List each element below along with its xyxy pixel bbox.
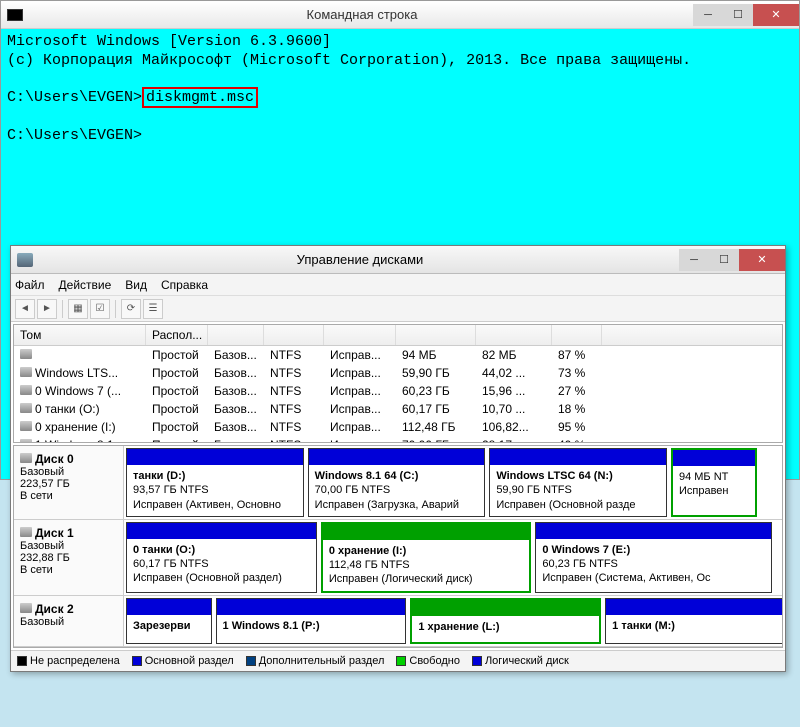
- cmd-titlebar[interactable]: Командная строка ─ ☐ ✕: [1, 1, 799, 29]
- volume-row[interactable]: 1 Windows 8.1...ПростойБазов...NTFSИспра…: [14, 436, 782, 442]
- toolbar-button[interactable]: ☑: [90, 299, 110, 319]
- menu-view[interactable]: Вид: [125, 278, 147, 292]
- disk-partitions: Зарезерви1 Windows 8.1 (P:)1 хранение (L…: [124, 596, 782, 646]
- legend-label: Логический диск: [485, 655, 569, 667]
- partition[interactable]: 1 Windows 8.1 (P:): [216, 598, 407, 644]
- partition[interactable]: 1 танки (M:): [605, 598, 783, 644]
- col-header-tom[interactable]: Том: [14, 325, 146, 345]
- disk-partitions: танки (D:)93,57 ГБ NTFSИсправен (Активен…: [124, 446, 782, 519]
- partition[interactable]: 0 Windows 7 (E:)60,23 ГБ NTFSИсправен (С…: [535, 522, 772, 593]
- volume-row[interactable]: 0 хранение (I:)ПростойБазов...NTFSИсправ…: [14, 418, 782, 436]
- disk-partitions: 0 танки (O:)60,17 ГБ NTFSИсправен (Основ…: [124, 520, 782, 595]
- disk-management-window: Управление дисками ─ ☐ ✕ Файл Действие В…: [10, 245, 786, 672]
- legend-label: Дополнительный раздел: [259, 655, 385, 667]
- disk-label[interactable]: Диск 2Базовый: [14, 596, 124, 646]
- legend-swatch-unallocated: [17, 656, 27, 666]
- partition[interactable]: 1 хранение (L:): [410, 598, 601, 644]
- legend-label: Основной раздел: [145, 655, 234, 667]
- menu-help[interactable]: Справка: [161, 278, 208, 292]
- dm-menubar: Файл Действие Вид Справка: [11, 274, 785, 296]
- cmd-prompt: C:\Users\EVGEN>: [7, 89, 142, 106]
- disk-management-icon: [17, 253, 33, 267]
- cmd-title: Командная строка: [31, 7, 693, 22]
- back-button[interactable]: ◄: [15, 299, 35, 319]
- volume-list-body[interactable]: ПростойБазов...NTFSИсправ...94 МБ82 МБ87…: [14, 346, 782, 442]
- dm-toolbar: ◄ ► ▦ ☑ ⟳ ☰: [11, 296, 785, 322]
- disk-label[interactable]: Диск 0Базовый223,57 ГБВ сети: [14, 446, 124, 519]
- volume-list-header: Том Распол...: [14, 325, 782, 346]
- cmd-command-highlighted: diskmgmt.msc: [142, 87, 258, 108]
- disk-row: Диск 2БазовыйЗарезерви1 Windows 8.1 (P:)…: [14, 596, 782, 647]
- col-header[interactable]: [552, 325, 602, 345]
- col-header[interactable]: [476, 325, 552, 345]
- partition[interactable]: 0 танки (O:)60,17 ГБ NTFSИсправен (Основ…: [126, 522, 317, 593]
- col-header[interactable]: [208, 325, 264, 345]
- toolbar-button[interactable]: ☰: [143, 299, 163, 319]
- partition[interactable]: 0 хранение (I:)112,48 ГБ NTFSИсправен (Л…: [321, 522, 532, 593]
- menu-file[interactable]: Файл: [15, 278, 45, 292]
- minimize-button[interactable]: ─: [679, 249, 709, 271]
- refresh-button[interactable]: ⟳: [121, 299, 141, 319]
- minimize-button[interactable]: ─: [693, 4, 723, 26]
- legend-swatch-free: [396, 656, 406, 666]
- legend-label: Не распределена: [30, 655, 120, 667]
- legend-swatch-extended: [246, 656, 256, 666]
- volume-row[interactable]: 0 танки (O:)ПростойБазов...NTFSИсправ...…: [14, 400, 782, 418]
- legend: Не распределена Основной раздел Дополнит…: [11, 650, 785, 671]
- legend-swatch-primary: [132, 656, 142, 666]
- col-header[interactable]: [264, 325, 324, 345]
- dm-titlebar[interactable]: Управление дисками ─ ☐ ✕: [11, 246, 785, 274]
- cmd-icon: [7, 9, 23, 21]
- legend-swatch-logical: [472, 656, 482, 666]
- partition[interactable]: Windows 8.1 64 (C:)70,00 ГБ NTFSИсправен…: [308, 448, 486, 517]
- cmd-line: (c) Корпорация Майкрософт (Microsoft Cor…: [7, 52, 691, 69]
- volume-row[interactable]: 0 Windows 7 (...ПростойБазов...NTFSИспра…: [14, 382, 782, 400]
- col-header[interactable]: [324, 325, 396, 345]
- close-button[interactable]: ✕: [753, 4, 799, 26]
- disk-row: Диск 1Базовый232,88 ГБВ сети0 танки (O:)…: [14, 520, 782, 596]
- col-header[interactable]: [396, 325, 476, 345]
- partition[interactable]: танки (D:)93,57 ГБ NTFSИсправен (Активен…: [126, 448, 304, 517]
- disk-row: Диск 0Базовый223,57 ГБВ сетитанки (D:)93…: [14, 446, 782, 520]
- disk-label[interactable]: Диск 1Базовый232,88 ГБВ сети: [14, 520, 124, 595]
- legend-label: Свободно: [409, 655, 460, 667]
- toolbar-button[interactable]: ▦: [68, 299, 88, 319]
- volume-list: Том Распол... ПростойБазов...NTFSИсправ.…: [13, 324, 783, 443]
- partition[interactable]: 94 МБ NTИсправен: [671, 448, 757, 517]
- disk-graphical-pane[interactable]: Диск 0Базовый223,57 ГБВ сетитанки (D:)93…: [13, 445, 783, 648]
- maximize-button[interactable]: ☐: [709, 249, 739, 271]
- maximize-button[interactable]: ☐: [723, 4, 753, 26]
- partition[interactable]: Зарезерви: [126, 598, 212, 644]
- cmd-prompt: C:\Users\EVGEN>: [7, 127, 142, 144]
- menu-action[interactable]: Действие: [59, 278, 112, 292]
- close-button[interactable]: ✕: [739, 249, 785, 271]
- dm-title: Управление дисками: [41, 252, 679, 267]
- volume-row[interactable]: Windows LTS...ПростойБазов...NTFSИсправ.…: [14, 364, 782, 382]
- forward-button[interactable]: ►: [37, 299, 57, 319]
- cmd-line: Microsoft Windows [Version 6.3.9600]: [7, 33, 331, 50]
- partition[interactable]: Windows LTSC 64 (N:)59,90 ГБ NTFSИсправе…: [489, 448, 667, 517]
- col-header-layout[interactable]: Распол...: [146, 325, 208, 345]
- volume-row[interactable]: ПростойБазов...NTFSИсправ...94 МБ82 МБ87…: [14, 346, 782, 364]
